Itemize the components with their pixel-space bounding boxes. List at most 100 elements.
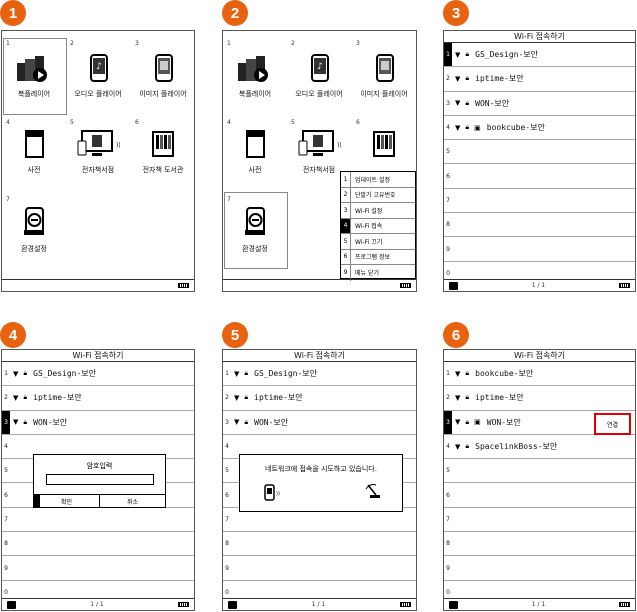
audio-player-icon: ♪ [311,54,329,82]
network-row[interactable]: 9 [444,556,635,581]
row-num: 9 [225,564,229,572]
home-item-settings[interactable]: 환경설정 [2,206,69,254]
home-item-ebook-store[interactable]: ))) 전자책서점 [63,129,133,175]
home-item-bookplayer[interactable]: 북플레이어 [223,53,290,99]
row-num: 2 [446,394,450,402]
home-item-label: 이미지 플레이어 [139,90,187,98]
wifi-title: Wi-Fi 접속하기 [2,350,194,362]
network-row[interactable]: 9 [2,556,194,581]
wifi-status-icon [228,600,237,609]
network-row[interactable]: 1 ▼ 🔒︎ GS_Design-보안 [444,43,635,68]
home-item-num: 4 [227,119,231,126]
menu-item-program-info[interactable]: 6 프로그램 정보 [341,249,415,265]
home-item-image[interactable]: 이미지 플레이어 [349,53,416,99]
image-player-icon [155,54,173,82]
home-item-settings[interactable]: 환경설정 [223,206,290,254]
network-row[interactable]: 6 [444,164,635,189]
menu-item-update[interactable]: 1 업데이트 설정 [341,172,415,188]
menu-item-wifi-off[interactable]: 5 Wi-Fi 끄기 [341,234,415,250]
home-item-audio[interactable]: ♪ 오디오 플레이어 [63,53,133,99]
signal-icon: ▼ [455,50,461,59]
signal-icon: ▼ [13,418,19,427]
network-row[interactable]: 8 [2,532,194,557]
network-row[interactable]: 6 [444,483,635,508]
network-row[interactable]: 5 [444,140,635,165]
network-name: bookcube-보안 [486,123,545,133]
network-row[interactable]: 3 ▼ 🔒︎ WON-보안 [444,92,635,116]
dictionary-icon [25,130,44,158]
connecting-message: 네트워크에 접속을 시도하고 있습니다. [265,465,377,473]
network-row[interactable]: 2 ▼ 🔒︎ iptime-보안 [444,386,635,411]
network-row[interactable]: 9 [444,237,635,262]
network-row[interactable]: 2 ▼ 🔒︎ iptime-보안 [2,386,194,411]
row-num: 2 [225,394,229,402]
row-num: 6 [446,491,450,499]
network-row[interactable]: 4 ▼ 🔒︎ SpacelinkBoss-보안 [444,435,635,460]
page-indicator: 1 / 1 [90,601,104,608]
step-badge-4: 4 [0,322,26,348]
step-badge-3: 3 [443,0,469,26]
row-num: 4 [446,443,450,451]
home-item-dictionary[interactable]: 사전 [223,129,290,175]
signal-icon: ▼ [234,393,240,402]
row-num: 7 [446,515,450,523]
home-item-library[interactable]: 전자책 도서관 [128,129,194,175]
step-badge-2: 2 [222,0,248,26]
network-row[interactable]: 2 ▼ 🔒︎ iptime-보안 [444,67,635,92]
cancel-label: 취소 [126,498,139,506]
home-item-num: 2 [70,40,74,47]
signal-icon: ▼ [455,442,461,451]
network-row[interactable]: 1 ▼ 🔒︎ GS_Design-보안 [2,362,194,387]
menu-num: 4 [341,218,351,233]
row-num: 4 [225,443,229,451]
lock-icon: 🔒︎ [465,393,470,402]
network-row[interactable]: 8 [444,532,635,557]
menu-item-wifi-connect[interactable]: 4 Wi-Fi 접속 [341,218,415,234]
lock-icon: 🔒︎ [23,393,28,402]
menu-item-wifi-settings[interactable]: 3 Wi-Fi 설정 [341,203,415,219]
network-row[interactable]: 3 ▼ 🔒︎ WON-보안 [2,410,194,435]
network-name: WON-보안 [254,417,289,427]
network-row[interactable]: 5 [444,459,635,484]
network-row[interactable]: 9 [223,556,416,581]
status-bar: 1 / 1 [444,598,635,610]
home-item-label: 오디오 플레이어 [295,90,343,98]
home-item-num: 3 [135,40,139,47]
network-row[interactable]: 1 ▼ 🔒︎ GS_Design-보안 [223,362,416,387]
svg-text:♪: ♪ [317,62,323,72]
connect-button[interactable]: 연결 [594,413,631,435]
network-row[interactable]: 8 [223,532,416,557]
home-item-bookplayer[interactable]: 북플레이어 [2,53,69,99]
confirm-button[interactable]: 확인 [34,495,100,507]
home-item-label: 사전 [248,166,262,174]
home-item-num: 3 [356,40,360,47]
menu-item-device-id[interactable]: 2 단말기 고유번호 [341,187,415,203]
network-row[interactable]: 8 [444,213,635,238]
network-row[interactable]: 2 ▼ 🔒︎ iptime-보안 [223,386,416,411]
network-row[interactable]: 7 [444,189,635,214]
home-item-library[interactable] [349,129,416,163]
network-name: bookcube-보안 [475,369,534,379]
cancel-button[interactable]: 취소 [100,495,165,507]
network-row[interactable]: 7 [2,508,194,533]
home-item-ebook-store[interactable]: ))) 전자책서점 [284,129,354,175]
antenna-icon [365,484,380,498]
home-item-audio[interactable]: ♪ 오디오 플레이어 [284,53,354,99]
wifi-screen-4: Wi-Fi 접속하기 1 ▼ 🔒︎ GS_Design-보안 2 ▼ 🔒︎ iptime-보… [1,349,195,611]
menu-num: 1 [341,172,351,187]
svg-text:♪: ♪ [96,62,102,72]
wifi-status-icon [449,281,458,290]
network-row[interactable]: 7 [444,508,635,533]
home-item-dictionary[interactable]: 사전 [2,129,69,175]
wifi-title: Wi-Fi 접속하기 [223,350,416,362]
network-row[interactable]: 1 ▼ 🔒︎ bookcube-보안 [444,362,635,387]
svg-text:)): )) [276,491,280,497]
menu-num: 5 [341,234,351,249]
network-row[interactable]: 4 ▼ 🔒︎ ▣ bookcube-보안 [444,116,635,141]
home-screen-2: 1 북플레이어 2 ♪ 오디오 플레이어 3 이미지 플레이어 4 사전 5 )… [222,30,417,292]
network-row[interactable]: 3 ▼ 🔒︎ WON-보안 [223,411,416,435]
home-item-image[interactable]: 이미지 플레이어 [128,53,194,99]
row-num: 8 [225,540,229,548]
password-input[interactable] [45,474,154,485]
page-indicator: 1 / 1 [531,282,546,289]
